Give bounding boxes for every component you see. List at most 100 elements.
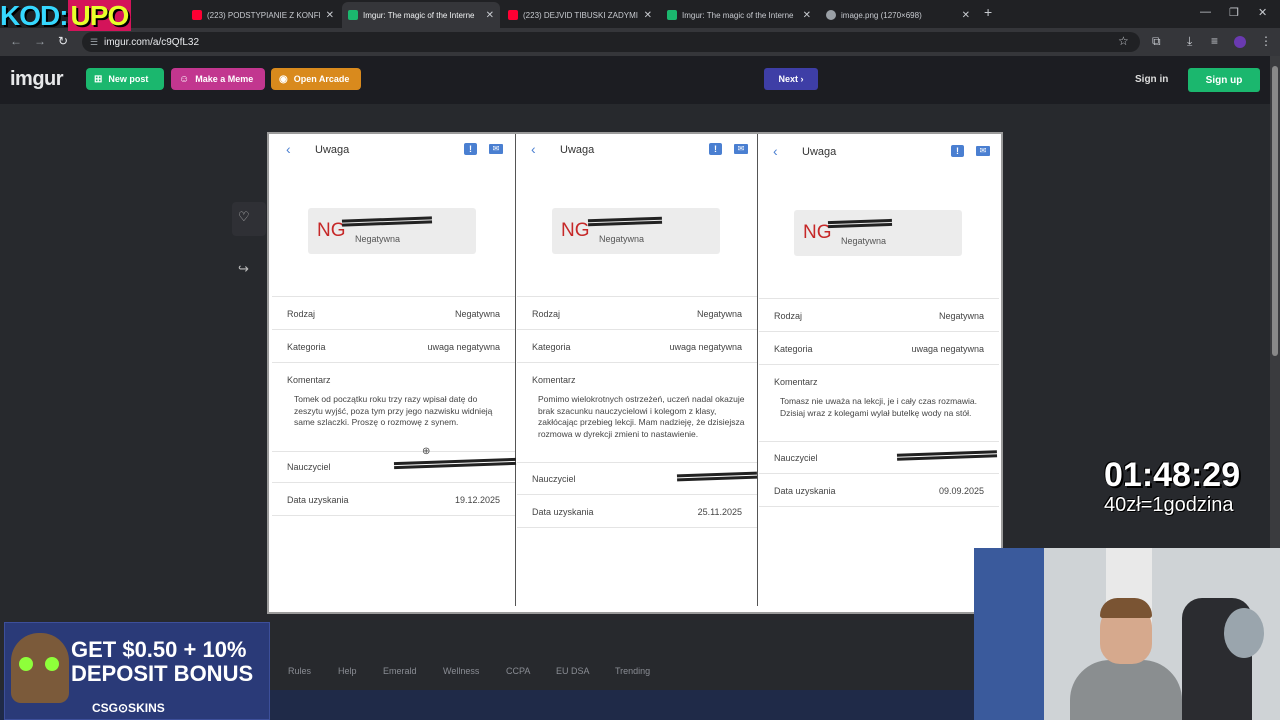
ad-headline: GET $0.50 + 10%: [71, 637, 247, 662]
footer-link-wellness[interactable]: Wellness: [443, 666, 479, 676]
kategoria-value: uwaga negatywna: [911, 344, 984, 354]
ad-brand: CSG⊙SKINS: [92, 701, 165, 715]
menu-dots-icon[interactable]: ⋮: [1260, 34, 1272, 48]
back-arrow-icon[interactable]: ←: [10, 34, 22, 48]
nauczyciel-label: Nauczyciel: [532, 474, 576, 484]
mail-icon: ✉: [489, 144, 503, 154]
reload-icon[interactable]: ↻: [58, 34, 68, 48]
new-post-button[interactable]: ⊞ New post: [86, 68, 164, 90]
grade-card: NG Negatywna: [552, 208, 720, 254]
komentarz-label: Komentarz: [287, 375, 331, 385]
webcam-background-door: [974, 548, 1044, 720]
grade-card: NG Negatywna: [308, 208, 476, 254]
footer-link-ccpa[interactable]: CCPA: [506, 666, 530, 676]
redaction-scribble: [393, 457, 517, 470]
tab-youtube-1[interactable]: (223) PODSTYPIANIE Z KONFEREN ✕: [186, 4, 340, 26]
footer-link-eu-dsa[interactable]: EU DSA: [556, 666, 590, 676]
report-icon: !: [709, 143, 722, 155]
next-button[interactable]: Next ›: [764, 68, 818, 90]
rodzaj-value: Negatywna: [938, 311, 984, 321]
close-icon[interactable]: ✕: [644, 10, 652, 21]
media-icon[interactable]: ≡: [1211, 34, 1218, 48]
stream-logo: KOD: UPO: [0, 0, 160, 32]
report-icon: !: [951, 145, 964, 157]
timer-rate: 40zł=1godzina: [1104, 494, 1234, 516]
kategoria-label: Kategoria: [532, 342, 571, 352]
plus-icon: ⊞: [94, 73, 103, 85]
close-icon[interactable]: ✕: [962, 10, 970, 21]
report-icon: !: [464, 143, 477, 155]
sign-in-link[interactable]: Sign in: [1135, 74, 1168, 85]
footer-link-help[interactable]: Help: [338, 666, 357, 676]
divider: [759, 331, 999, 332]
grade-type: Negatywna: [599, 234, 645, 244]
meme-icon: ☺: [179, 73, 190, 85]
komentarz-text: Tomek od początku roku trzy razy wpisał …: [294, 394, 493, 427]
imgur-icon: [667, 10, 677, 20]
webcam-lamp: [1224, 608, 1264, 658]
webcam-streamer-body: [1070, 660, 1182, 720]
footer-link-trending[interactable]: Trending: [615, 666, 650, 676]
tab-image-png[interactable]: image.png (1270×698) ✕: [820, 4, 976, 26]
nauczyciel-label: Nauczyciel: [287, 462, 331, 472]
minimize-button[interactable]: —: [1200, 6, 1211, 18]
grade-type: Negatywna: [355, 234, 401, 244]
tab-imgur-2[interactable]: Imgur: The magic of the Interne ✕: [661, 4, 817, 26]
divider: [517, 362, 757, 363]
divider: [759, 506, 999, 507]
nauczyciel-label: Nauczyciel: [774, 453, 818, 463]
redaction-scribble: [827, 218, 893, 229]
komentarz-label: Komentarz: [774, 377, 818, 387]
divider: [272, 362, 515, 363]
new-tab-button[interactable]: +: [984, 4, 992, 20]
share-arrow-icon[interactable]: ↪: [238, 261, 249, 277]
close-icon[interactable]: ✕: [486, 10, 494, 21]
rodzaj-value: Negatywna: [696, 309, 742, 319]
footer-link-rules[interactable]: Rules: [288, 666, 311, 676]
url-input[interactable]: ☰ imgur.com/a/c9QfL32: [82, 32, 1140, 52]
profile-avatar[interactable]: [1234, 36, 1246, 48]
bookmark-star-icon[interactable]: ☆: [1118, 34, 1129, 48]
open-arcade-button[interactable]: ◉ Open Arcade: [271, 68, 361, 90]
imgur-icon: [348, 10, 358, 20]
youtube-icon: [508, 10, 518, 20]
tab-youtube-2[interactable]: (223) DEJVID TIBUSKI ZADYMIAR ✕: [502, 4, 658, 26]
divider: [759, 298, 999, 299]
extensions-icon[interactable]: ⧉: [1152, 34, 1161, 49]
forward-arrow-icon[interactable]: →: [34, 34, 46, 48]
kategoria-value: uwaga negatywna: [427, 342, 500, 352]
divider: [272, 451, 515, 452]
sign-up-button[interactable]: Sign up: [1188, 68, 1260, 92]
kategoria-label: Kategoria: [774, 344, 813, 354]
mail-icon: ✉: [976, 146, 990, 156]
imgur-logo[interactable]: imgur: [10, 68, 64, 91]
grade-type: Negatywna: [841, 236, 887, 246]
make-meme-button[interactable]: ☺ Make a Meme: [171, 68, 265, 90]
download-icon[interactable]: ⤓: [1187, 34, 1192, 49]
window-close-button[interactable]: ✕: [1258, 6, 1267, 19]
site-info-icon[interactable]: ☰: [90, 37, 98, 48]
close-icon[interactable]: ✕: [326, 10, 334, 21]
grade-symbol: NG: [561, 220, 590, 241]
scrollbar-thumb[interactable]: [1272, 66, 1278, 356]
back-arrow-icon: ‹: [286, 141, 291, 157]
divider: [272, 482, 515, 483]
data-label: Data uzyskania: [774, 486, 836, 496]
note-panel-2: ‹ Uwaga ! ✉ NG Negatywna Rodzaj Negatywn…: [517, 134, 758, 606]
mascot-eye: [19, 657, 33, 671]
maximize-button[interactable]: ❐: [1229, 6, 1239, 19]
footer-link-emerald[interactable]: Emerald: [383, 666, 417, 676]
heart-icon[interactable]: ♡: [238, 209, 250, 225]
subathon-timer: 01:48:29 40zł=1godzina: [1094, 456, 1270, 520]
divider: [272, 296, 515, 297]
imgur-header: imgur ⊞ New post ☺ Make a Meme ◉ Open Arcad…: [0, 56, 1270, 104]
post-image: ‹ Uwaga ! ✉ NG Negatywna Rodzaj Negatywn…: [267, 132, 1003, 614]
divider: [517, 329, 757, 330]
komentarz-text: Pomimo wielokrotnych ostrzeżeń, uczeń na…: [538, 394, 745, 439]
data-value: 25.11.2025: [697, 507, 742, 517]
close-icon[interactable]: ✕: [803, 10, 811, 21]
rodzaj-label: Rodzaj: [532, 309, 561, 319]
back-arrow-icon: ‹: [531, 141, 536, 157]
tab-imgur-active[interactable]: Imgur: The magic of the Interne ✕: [342, 2, 500, 28]
divider: [272, 515, 515, 516]
